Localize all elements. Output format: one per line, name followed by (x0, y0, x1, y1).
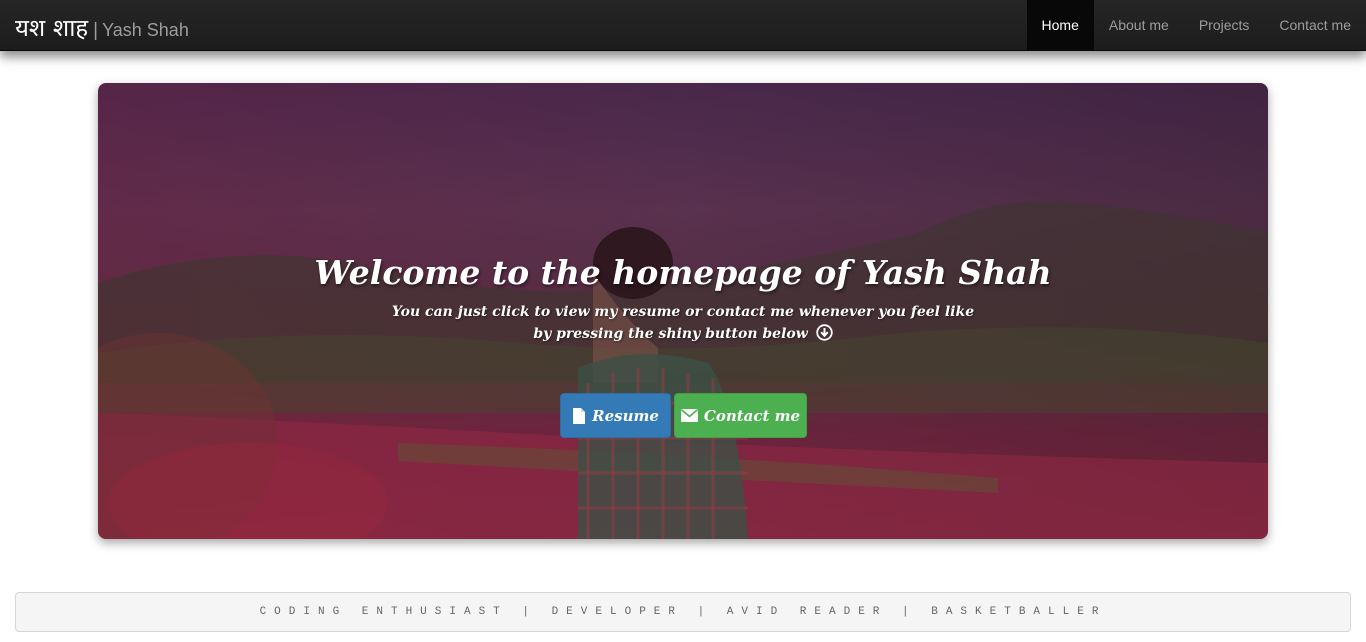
hero-subtitle-line2-text: by pressing the shiny button below (533, 326, 808, 342)
contact-me-button[interactable]: Contact me (674, 393, 807, 438)
nav-item-projects[interactable]: Projects (1184, 0, 1265, 50)
hero-subtitle-line1: You can just click to view my resume or … (391, 304, 975, 320)
nav-item-about[interactable]: About me (1094, 0, 1184, 50)
resume-button[interactable]: Resume (560, 393, 671, 438)
brand-native-name: यश शाह (15, 14, 89, 42)
hero-banner: Welcome to the homepage of Yash Shah You… (98, 83, 1268, 539)
hero-content: Welcome to the homepage of Yash Shah You… (98, 83, 1268, 539)
hero-title: Welcome to the homepage of Yash Shah (314, 253, 1052, 292)
hero-subtitle-line2: by pressing the shiny button below (98, 324, 1268, 345)
nav-item-home[interactable]: Home (1026, 0, 1094, 50)
brand-name: Yash Shah (102, 20, 189, 40)
contact-me-button-label: Contact me (703, 406, 801, 425)
resume-button-label: Resume (592, 406, 659, 425)
envelope-icon (680, 409, 698, 422)
brand[interactable]: यश शाह | Yash Shah (15, 11, 189, 42)
navbar: यश शाह | Yash Shah Home About me Project… (0, 0, 1366, 51)
document-icon (572, 407, 586, 424)
nav-item-contact[interactable]: Contact me (1264, 0, 1366, 50)
nav-menu: Home About me Projects Contact me (1026, 0, 1366, 50)
arrow-down-circle-icon (815, 324, 833, 345)
brand-separator: | (93, 20, 99, 41)
tagline-bar: CODING ENTHUSIAST | DEVELOPER | AVID REA… (15, 592, 1351, 632)
